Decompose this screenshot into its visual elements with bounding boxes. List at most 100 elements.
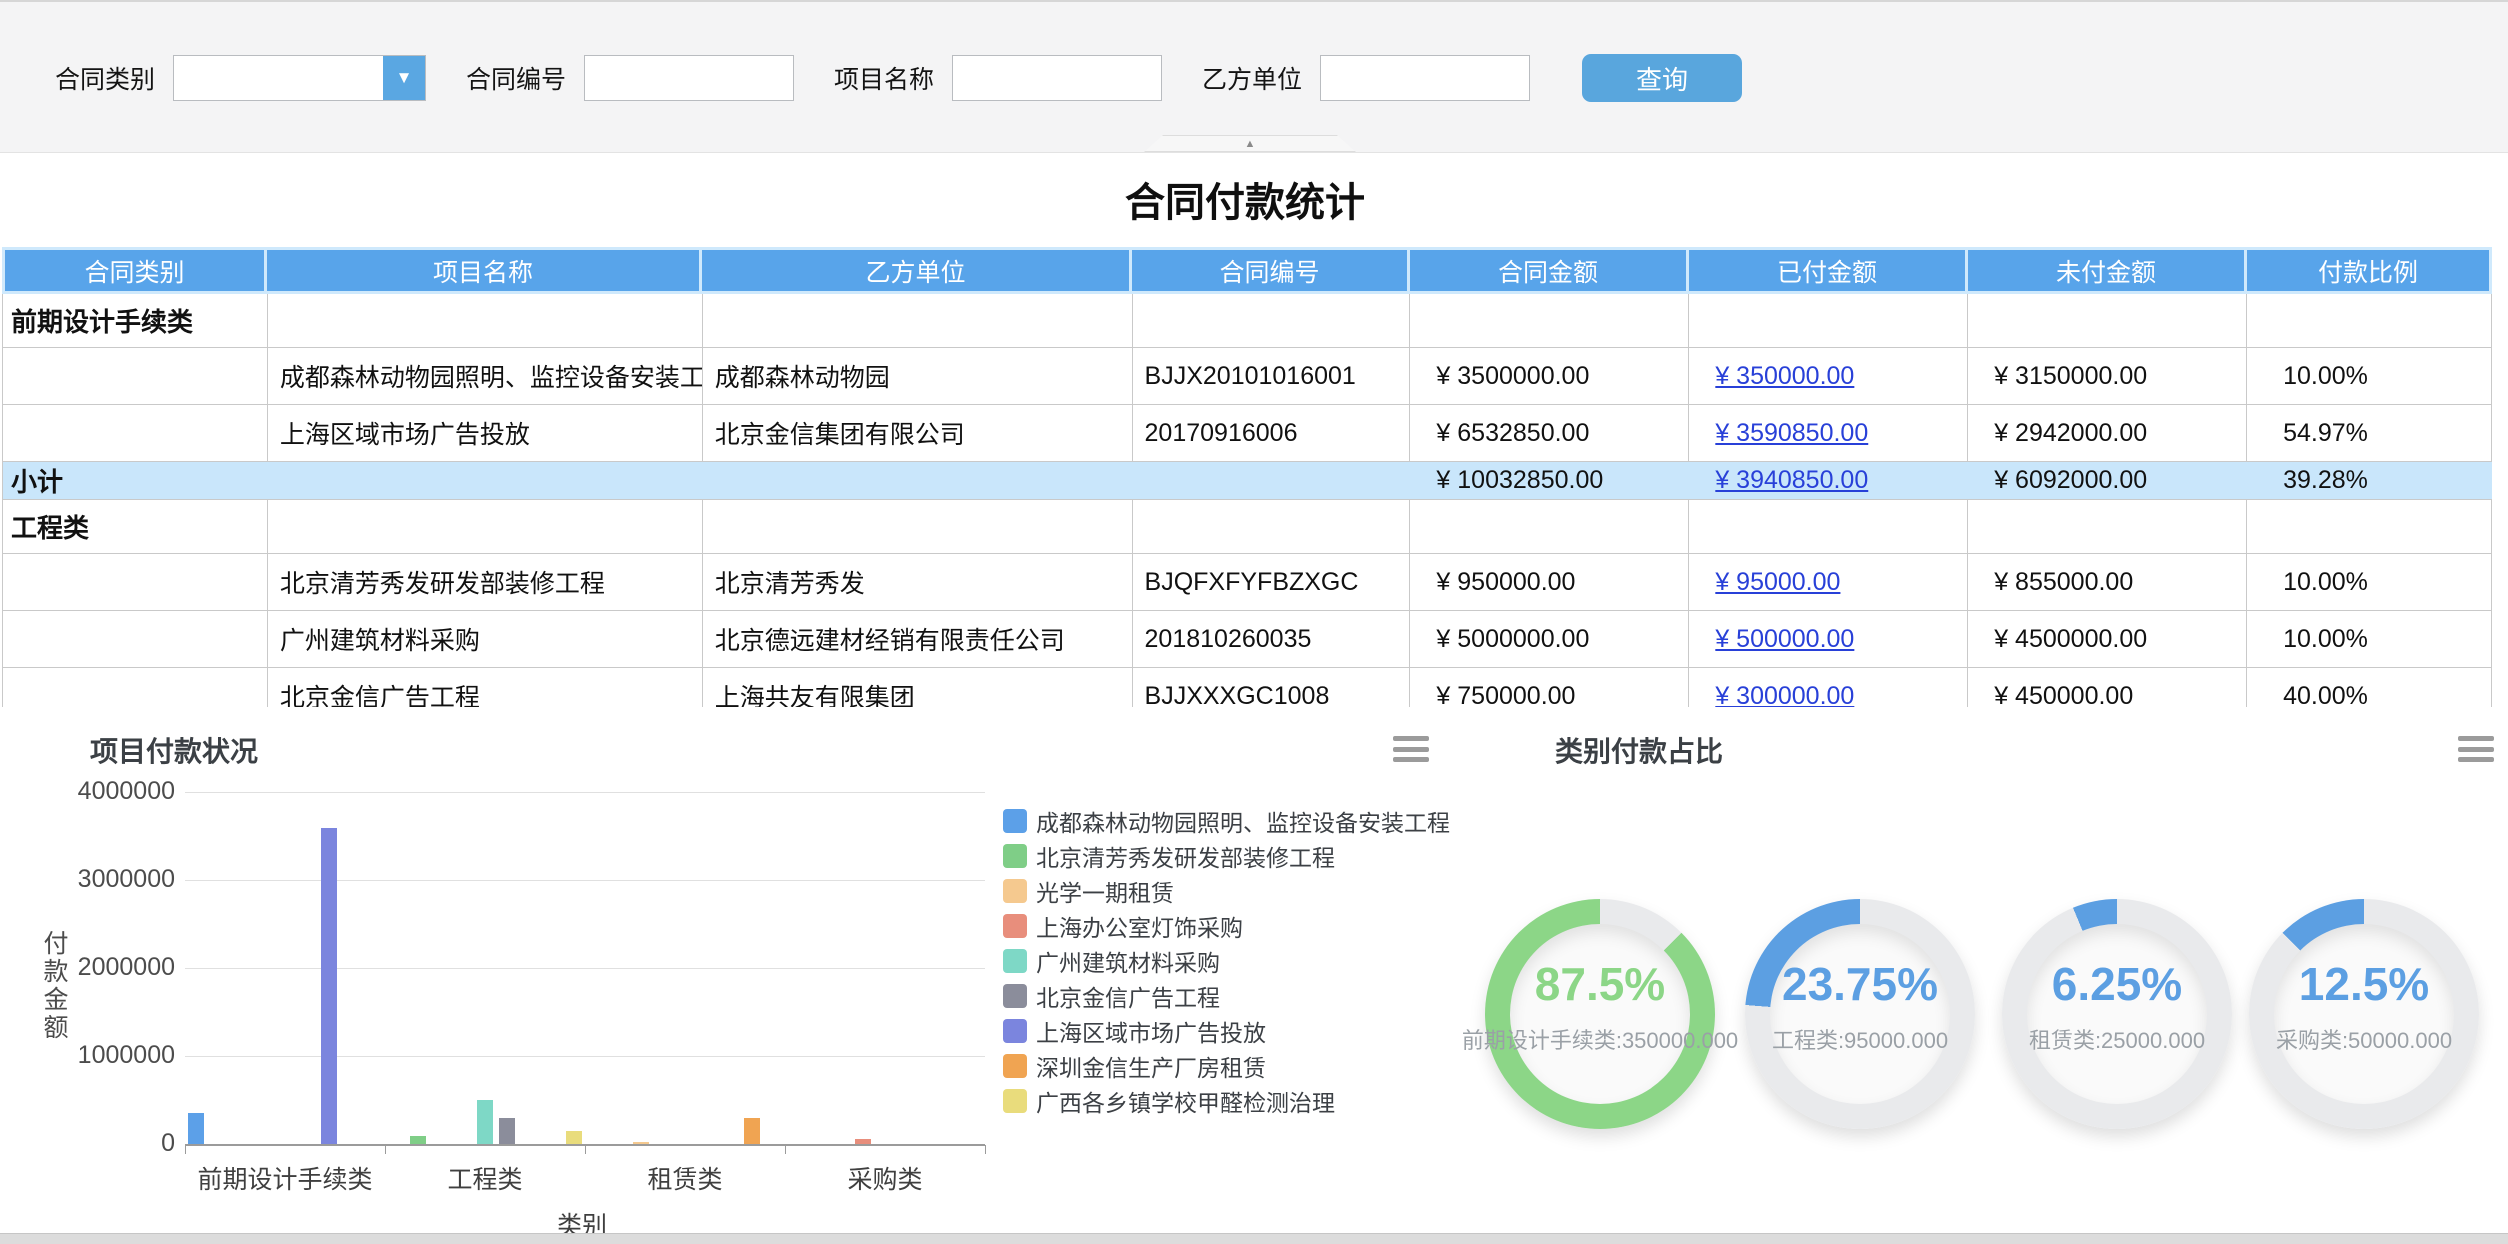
legend-item[interactable]: 广州建筑材料采购 (1003, 948, 1450, 974)
legend-label: 广西各乡镇学校甲醛检测治理 (1036, 1084, 1335, 1118)
page-title: 合同付款统计 (0, 170, 2490, 228)
bar-chart-menu-icon[interactable] (1393, 736, 1429, 762)
y-axis-tick-label: 0 (0, 1129, 175, 1158)
table-cell: 上海共友有限集团 (703, 668, 1133, 707)
project-name-input[interactable] (952, 55, 1162, 101)
table-column-header: 已付金额 (1689, 247, 1968, 294)
contract-no-input[interactable] (584, 55, 794, 101)
bar[interactable] (633, 1142, 649, 1144)
table-cell: ¥ 2942000.00 (1968, 405, 2247, 461)
table-cell: 成都森林动物园照明、监控设备安装工程 (268, 348, 703, 404)
y-axis-tick-label: 3000000 (0, 865, 175, 894)
table-cell: 北京金信广告工程 (268, 668, 703, 707)
payment-ratio-gauge[interactable]: 6.25%租赁类:25000.000 (2002, 899, 2232, 1129)
x-axis-tick (985, 1145, 986, 1154)
query-button[interactable]: 查询 (1582, 54, 1742, 102)
contract-category-select-value (174, 56, 383, 100)
contract-payment-table: 合同类别项目名称乙方单位合同编号合同金额已付金额未付金额付款比例 前期设计手续类… (2, 247, 2492, 707)
paid-amount-link[interactable]: ¥ 350000.00 (1715, 362, 1854, 391)
table-cell: ¥ 300000.00 (1689, 668, 1968, 707)
table-column-header: 未付金额 (1968, 247, 2247, 294)
bar[interactable] (855, 1139, 871, 1144)
contract-category-select[interactable]: ▼ (173, 55, 426, 101)
table-cell: 前期设计手续类 (3, 294, 268, 347)
x-axis-tick (385, 1145, 386, 1154)
legend-item[interactable]: 光学一期租赁 (1003, 878, 1450, 904)
window-bottom-bar (0, 1233, 2508, 1244)
legend-item[interactable]: 北京金信广告工程 (1003, 983, 1450, 1009)
paid-amount-link[interactable]: ¥ 95000.00 (1715, 568, 1840, 597)
x-axis-category-label: 前期设计手续类 (197, 1160, 372, 1196)
app-screen: 合同类别 ▼ 合同编号 项目名称 乙方单位 查询 ▲ 合同付款统计 合同类别项目… (0, 0, 2508, 1244)
legend-item[interactable]: 北京清芳秀发研发部装修工程 (1003, 843, 1450, 869)
contract-no-label: 合同编号 (466, 60, 566, 96)
table-cell: ¥ 500000.00 (1689, 611, 1968, 667)
legend-swatch-icon (1003, 914, 1027, 938)
bar[interactable] (321, 828, 337, 1144)
party-b-input[interactable] (1320, 55, 1530, 101)
payment-ratio-gauge[interactable]: 23.75%工程类:95000.000 (1745, 899, 1975, 1129)
contract-category-label: 合同类别 (55, 60, 155, 96)
bar[interactable] (477, 1100, 493, 1144)
collapse-panel-handle[interactable]: ▲ (1144, 135, 1356, 152)
table-header-row: 合同类别项目名称乙方单位合同编号合同金额已付金额未付金额付款比例 (2, 247, 2492, 294)
bar[interactable] (410, 1136, 426, 1144)
gauge-ring-inner (1770, 924, 1950, 1104)
legend-swatch-icon (1003, 879, 1027, 903)
legend-swatch-icon (1003, 1019, 1027, 1043)
bar[interactable] (566, 1131, 582, 1144)
table-cell: ¥ 95000.00 (1689, 554, 1968, 610)
legend-item[interactable]: 成都森林动物园照明、监控设备安装工程 (1003, 808, 1450, 834)
legend-item[interactable]: 广西各乡镇学校甲醛检测治理 (1003, 1088, 1450, 1114)
payment-ratio-gauge[interactable]: 87.5%前期设计手续类:350000.000 (1485, 899, 1715, 1129)
table-cell: ¥ 3590850.00 (1689, 405, 1968, 461)
paid-amount-link[interactable]: ¥ 3590850.00 (1715, 419, 1868, 448)
y-axis-tick-label: 4000000 (0, 777, 175, 806)
paid-amount-link[interactable]: ¥ 3940850.00 (1715, 466, 1868, 495)
legend-item[interactable]: 上海办公室灯饰采购 (1003, 913, 1450, 939)
legend-label: 北京金信广告工程 (1036, 979, 1220, 1013)
x-axis-tick (585, 1145, 586, 1154)
legend-swatch-icon (1003, 1089, 1027, 1113)
table-cell (2247, 294, 2492, 347)
bar[interactable] (744, 1118, 760, 1144)
table-cell: ¥ 950000.00 (1410, 554, 1689, 610)
table-cell: 20170916006 (1133, 405, 1411, 461)
table-cell (703, 462, 1133, 499)
paid-amount-link[interactable]: ¥ 300000.00 (1715, 682, 1854, 708)
legend-item[interactable]: 深圳金信生产厂房租赁 (1003, 1053, 1450, 1079)
chevron-down-icon[interactable]: ▼ (383, 56, 425, 100)
table-cell (1410, 500, 1689, 553)
y-axis-tick-label: 2000000 (0, 953, 175, 982)
table-cell: ¥ 3150000.00 (1968, 348, 2247, 404)
legend-swatch-icon (1003, 1054, 1027, 1078)
legend-label: 广州建筑材料采购 (1036, 944, 1220, 978)
table-column-header: 付款比例 (2247, 247, 2492, 294)
legend-label: 上海区域市场广告投放 (1036, 1014, 1266, 1048)
legend-item[interactable]: 上海区域市场广告投放 (1003, 1018, 1450, 1044)
table-cell (1689, 500, 1968, 553)
table-cell: 工程类 (3, 500, 268, 553)
table-cell (3, 611, 268, 667)
table-cell (703, 294, 1133, 347)
paid-amount-link[interactable]: ¥ 500000.00 (1715, 625, 1854, 654)
gauge-chart-menu-icon[interactable] (2458, 736, 2494, 762)
table-cell (2247, 500, 2492, 553)
table-cell (268, 294, 703, 347)
table-cell: BJQFXFYFBZXGC (1133, 554, 1411, 610)
table-cell (3, 405, 268, 461)
gauge-ring-inner (2274, 924, 2454, 1104)
table-cell: 54.97% (2247, 405, 2492, 461)
x-axis-tick (185, 1145, 186, 1154)
bar[interactable] (499, 1118, 515, 1144)
gridline (185, 880, 985, 881)
payment-ratio-gauge[interactable]: 12.5%采购类:50000.000 (2249, 899, 2479, 1129)
x-axis-category-label: 工程类 (447, 1160, 522, 1196)
table-cell (3, 348, 268, 404)
table-cell: 北京清芳秀发 (703, 554, 1133, 610)
legend-swatch-icon (1003, 984, 1027, 1008)
bar-chart-legend: 成都森林动物园照明、监控设备安装工程北京清芳秀发研发部装修工程光学一期租赁上海办… (1003, 808, 1450, 1123)
table-body: 前期设计手续类成都森林动物园照明、监控设备安装工程成都森林动物园BJJX2010… (2, 294, 2492, 707)
bar[interactable] (188, 1113, 204, 1144)
table-cell: ¥ 350000.00 (1689, 348, 1968, 404)
